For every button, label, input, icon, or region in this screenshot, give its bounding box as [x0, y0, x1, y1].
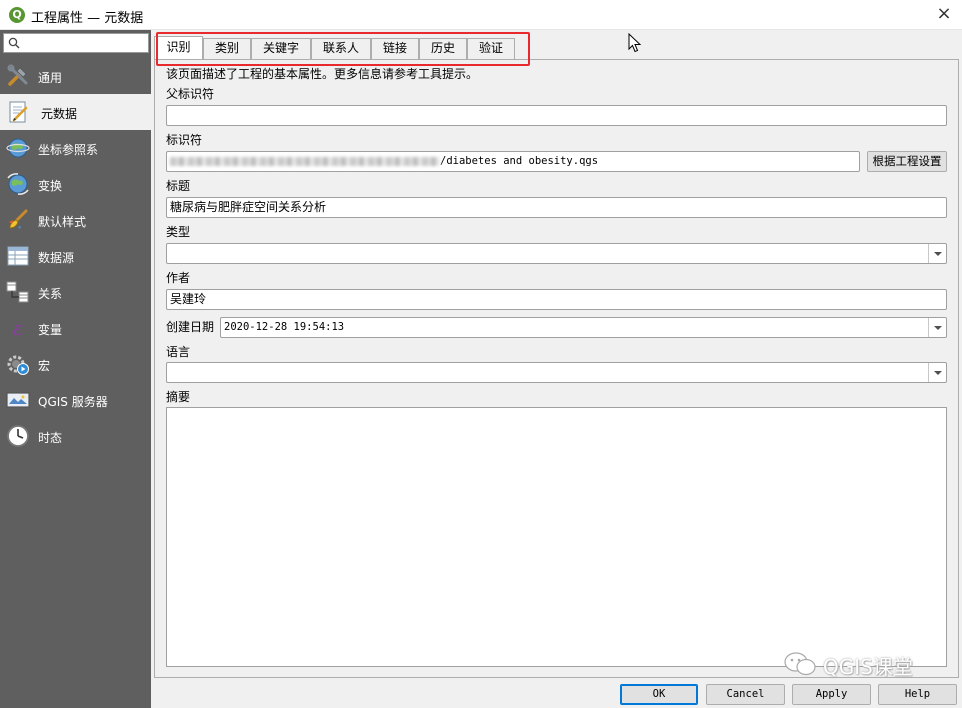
- help-button[interactable]: Help: [878, 684, 957, 705]
- mouse-cursor-icon: [628, 33, 642, 53]
- chevron-down-icon[interactable]: [928, 244, 946, 263]
- relations-icon: [6, 281, 29, 303]
- tab-validation[interactable]: 验证: [467, 38, 515, 59]
- creation-date-value: 2020-12-28 19:54:13: [224, 321, 345, 333]
- window-title: 工程属性 — 元数据: [31, 11, 144, 26]
- sidebar-item-label: 变量: [38, 323, 63, 337]
- qgis-logo-icon: Q: [9, 7, 25, 23]
- sidebar-item-label: 变换: [38, 179, 63, 193]
- metadata-icon: [9, 101, 28, 123]
- tab-identification[interactable]: 识别: [154, 36, 203, 59]
- sidebar-item-label: 通用: [38, 71, 63, 85]
- sidebar-item-label: 时态: [38, 431, 63, 445]
- sidebar-item-transformations[interactable]: 变换: [0, 166, 151, 202]
- sidebar-item-label: QGIS 服务器: [38, 395, 108, 409]
- type-label: 类型: [166, 225, 191, 239]
- crs-globe-icon: [6, 138, 30, 158]
- sidebar-item-temporal[interactable]: 时态: [0, 418, 151, 454]
- language-label: 语言: [166, 345, 191, 359]
- panel-description: 该页面描述了工程的基本属性。更多信息请参考工具提示。: [166, 67, 479, 81]
- tab-history[interactable]: 历史: [419, 38, 467, 59]
- sidebar: 通用 元数据 坐标参照系 变换 默认样式 数据源 关系 ε 变量 宏 QGIS …: [0, 30, 151, 708]
- identifier-label: 标识符: [166, 133, 203, 147]
- sidebar-item-variables[interactable]: ε 变量: [0, 310, 151, 346]
- title-bar: Q 工程属性 — 元数据 ×: [0, 0, 962, 30]
- sidebar-item-label: 数据源: [38, 251, 75, 265]
- title-label: 标题: [166, 179, 191, 193]
- watermark-text: QGIS课堂: [823, 655, 913, 679]
- sidebar-search-box[interactable]: [3, 33, 149, 53]
- chevron-down-icon[interactable]: [928, 318, 946, 337]
- sidebar-search-input[interactable]: [24, 35, 144, 51]
- paint-brush-icon: [9, 209, 28, 229]
- creation-date-picker[interactable]: 2020-12-28 19:54:13: [220, 317, 947, 338]
- author-input[interactable]: 吴建玲: [166, 289, 947, 310]
- transform-globe-icon: [7, 173, 29, 195]
- sidebar-item-label: 关系: [38, 287, 63, 301]
- apply-button[interactable]: Apply: [792, 684, 871, 705]
- identifier-input[interactable]: /diabetes and obesity.qgs: [166, 151, 860, 172]
- author-label: 作者: [166, 271, 191, 285]
- clock-icon: [7, 425, 29, 447]
- tab-contacts[interactable]: 联系人: [311, 38, 371, 59]
- type-combobox[interactable]: [166, 243, 947, 264]
- server-icon: [6, 392, 30, 408]
- sidebar-item-data-sources[interactable]: 数据源: [0, 238, 151, 274]
- set-from-project-button[interactable]: 根据工程设置: [867, 151, 947, 172]
- tab-bar: 识别 类别 关键字 联系人 链接 历史 验证: [154, 32, 530, 66]
- sidebar-item-crs[interactable]: 坐标参照系: [0, 130, 151, 166]
- title-input[interactable]: 糖尿病与肥胖症空间关系分析: [166, 197, 947, 218]
- parent-identifier-input[interactable]: [166, 105, 947, 126]
- sidebar-item-metadata[interactable]: 元数据: [0, 94, 151, 130]
- tab-keywords[interactable]: 关键字: [251, 38, 311, 59]
- macro-gear-icon: [7, 355, 29, 375]
- identifier-value: /diabetes and obesity.qgs: [440, 155, 599, 167]
- cancel-button[interactable]: Cancel: [706, 684, 785, 705]
- creation-date-label: 创建日期: [166, 320, 215, 334]
- sidebar-item-label: 默认样式: [38, 215, 87, 229]
- data-sources-icon: [7, 246, 29, 266]
- tab-links[interactable]: 链接: [371, 38, 419, 59]
- svg-text:ε: ε: [13, 316, 24, 340]
- tools-icon: [7, 64, 28, 86]
- sidebar-item-default-styles[interactable]: 默认样式: [0, 202, 151, 238]
- ok-button[interactable]: OK: [620, 684, 698, 705]
- sidebar-item-relations[interactable]: 关系: [0, 274, 151, 310]
- chevron-down-icon[interactable]: [928, 363, 946, 382]
- identification-panel: 该页面描述了工程的基本属性。更多信息请参考工具提示。 父标识符 标识符 /dia…: [154, 59, 959, 678]
- watermark: QGIS课堂: [783, 649, 933, 679]
- language-combobox[interactable]: [166, 362, 947, 383]
- sidebar-item-macros[interactable]: 宏: [0, 346, 151, 382]
- sidebar-list: 通用 元数据 坐标参照系 变换 默认样式 数据源 关系 ε 变量 宏 QGIS …: [0, 58, 151, 454]
- abstract-label: 摘要: [166, 390, 191, 404]
- sidebar-item-label: 坐标参照系: [38, 143, 99, 157]
- sidebar-item-qgis-server[interactable]: QGIS 服务器: [0, 382, 151, 418]
- dialog-button-row: OK Cancel Apply Help: [151, 678, 962, 708]
- abstract-textarea[interactable]: [166, 407, 947, 667]
- parent-identifier-label: 父标识符: [166, 87, 215, 101]
- close-window-button[interactable]: ×: [932, 3, 956, 27]
- wechat-logo-icon: [784, 652, 816, 676]
- variables-icon: ε: [13, 316, 24, 340]
- search-icon: [8, 37, 20, 49]
- blurred-path: [170, 157, 440, 166]
- sidebar-item-general[interactable]: 通用: [0, 58, 151, 94]
- sidebar-item-label: 宏: [38, 359, 51, 373]
- sidebar-item-label: 元数据: [41, 107, 78, 121]
- main-content: 识别 类别 关键字 联系人 链接 历史 验证 该页面描述了工程的基本属性。更多信…: [151, 30, 962, 678]
- tab-categories[interactable]: 类别: [203, 38, 251, 59]
